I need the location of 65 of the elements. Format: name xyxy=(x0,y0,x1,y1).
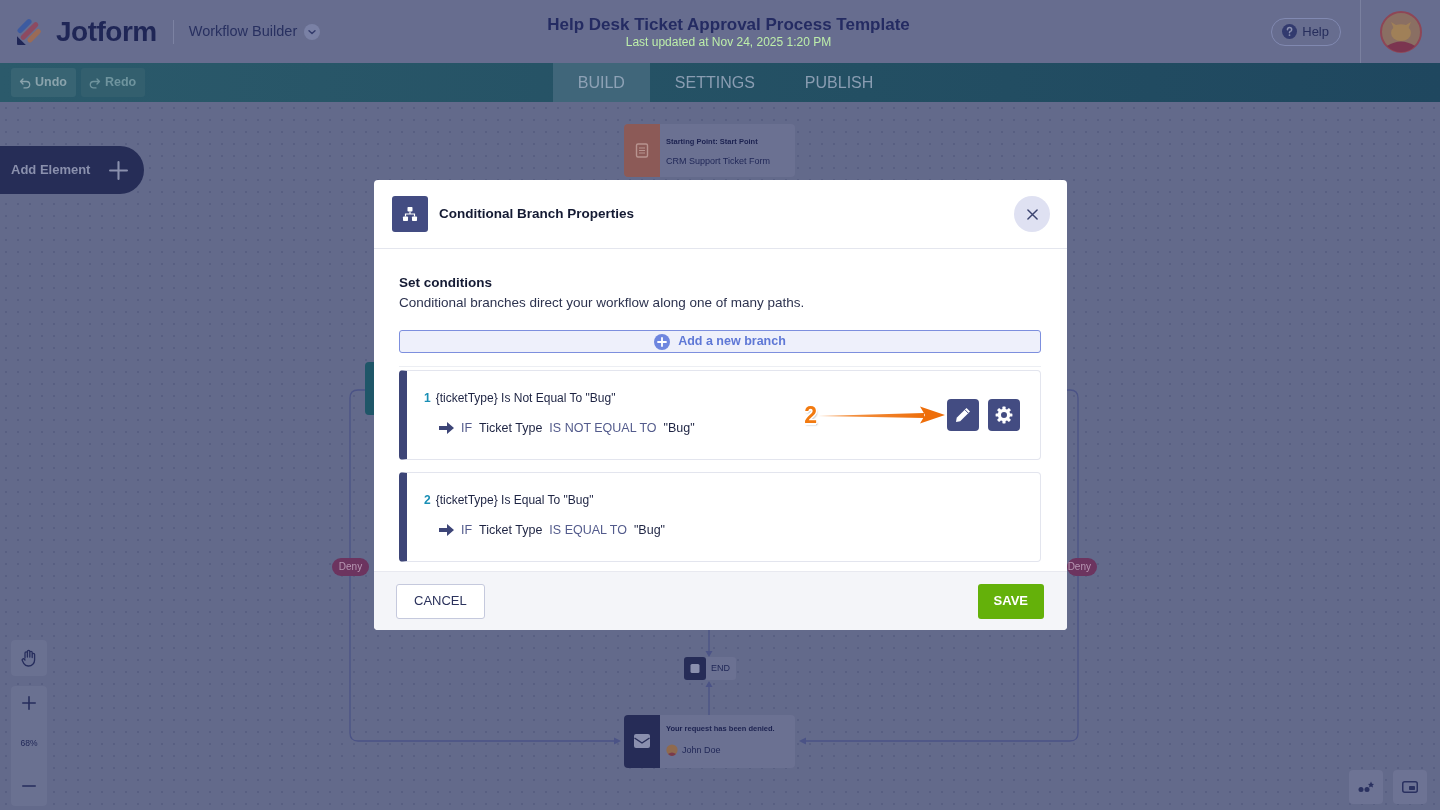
workflow-node xyxy=(365,362,374,415)
undo-button[interactable]: Undo xyxy=(11,68,76,97)
branch-summary: {ticketType} Is Equal To "Bug" xyxy=(435,493,594,507)
pencil-icon xyxy=(954,406,972,424)
branch-number: 2 xyxy=(424,493,431,507)
tab[interactable]: BUILD xyxy=(552,63,650,102)
add-branch-button[interactable]: Add a new branch xyxy=(399,330,1041,353)
hand-icon xyxy=(21,649,37,667)
close-button[interactable] xyxy=(1014,196,1050,232)
dialog-title: Conditional Branch Properties xyxy=(439,204,635,223)
last-updated-text: Last updated at Nov 24, 2025 1:20 PM xyxy=(624,34,833,50)
help-icon xyxy=(1282,24,1298,39)
dots-icon xyxy=(1358,781,1374,793)
section-title: Set conditions xyxy=(399,274,493,292)
condition-field: Ticket Type xyxy=(479,419,543,437)
branch-icon xyxy=(392,196,428,232)
tool-button[interactable] xyxy=(1349,770,1383,804)
plus-icon xyxy=(654,333,671,350)
cancel-button[interactable]: CANCEL xyxy=(396,583,485,619)
logo-icon xyxy=(17,18,44,45)
tool-button[interactable] xyxy=(1393,770,1427,804)
brand-name: Jotform xyxy=(56,15,157,48)
envelope-icon xyxy=(624,715,660,768)
condition-operator: IS EQUAL TO xyxy=(549,522,627,539)
settings-button[interactable] xyxy=(988,399,1020,431)
tab[interactable]: SETTINGS xyxy=(649,63,780,102)
condition-value: "Bug" xyxy=(633,522,666,539)
plus-icon xyxy=(22,696,36,710)
condition-keyword: IF xyxy=(461,420,473,437)
edit-button[interactable] xyxy=(947,399,979,431)
section-description: Conditional branches direct your workflow along one of many paths. xyxy=(399,294,806,312)
close-icon xyxy=(1026,208,1038,220)
assignee-name: John Doe xyxy=(682,744,721,756)
stop-icon xyxy=(684,657,706,680)
condition-value: "Bug" xyxy=(663,420,695,437)
tab[interactable]: PUBLISH xyxy=(779,63,899,102)
edge-label: Deny xyxy=(332,558,369,576)
connector-line xyxy=(705,629,713,657)
branch-number: 1 xyxy=(424,391,431,405)
condition-field: Ticket Type xyxy=(479,521,543,539)
document-icon xyxy=(624,124,660,177)
end-node-label: END xyxy=(706,657,736,680)
zoom-level: 68% xyxy=(19,736,39,750)
avatar-icon xyxy=(666,744,678,756)
avatar-icon[interactable] xyxy=(1380,10,1422,53)
arrow-right-icon xyxy=(439,524,454,536)
step-number: 2 xyxy=(804,402,817,428)
redo-icon xyxy=(88,76,101,89)
document-title: Help Desk Ticket Approval Process Template xyxy=(547,13,910,35)
chevron-down-icon xyxy=(304,23,321,40)
plus-icon xyxy=(109,160,128,180)
window-icon xyxy=(1402,781,1418,793)
connector-line xyxy=(705,681,713,716)
app-switcher[interactable]: Workflow Builder xyxy=(188,20,321,43)
save-button[interactable]: SAVE xyxy=(977,583,1044,619)
condition-operator: IS NOT EQUAL TO xyxy=(549,420,657,437)
pan-button[interactable] xyxy=(11,640,47,676)
settings-icon xyxy=(995,406,1013,424)
branch-summary: {ticketType} Is Not Equal To "Bug" xyxy=(435,391,616,405)
arrow-right-icon xyxy=(439,422,454,434)
add-element-button[interactable]: Add Element xyxy=(0,146,144,194)
node-subtitle: CRM Support Ticket Form xyxy=(666,155,771,167)
condition-keyword: IF xyxy=(461,522,473,539)
edge-label: Deny xyxy=(1067,558,1097,576)
undo-icon xyxy=(19,76,31,89)
